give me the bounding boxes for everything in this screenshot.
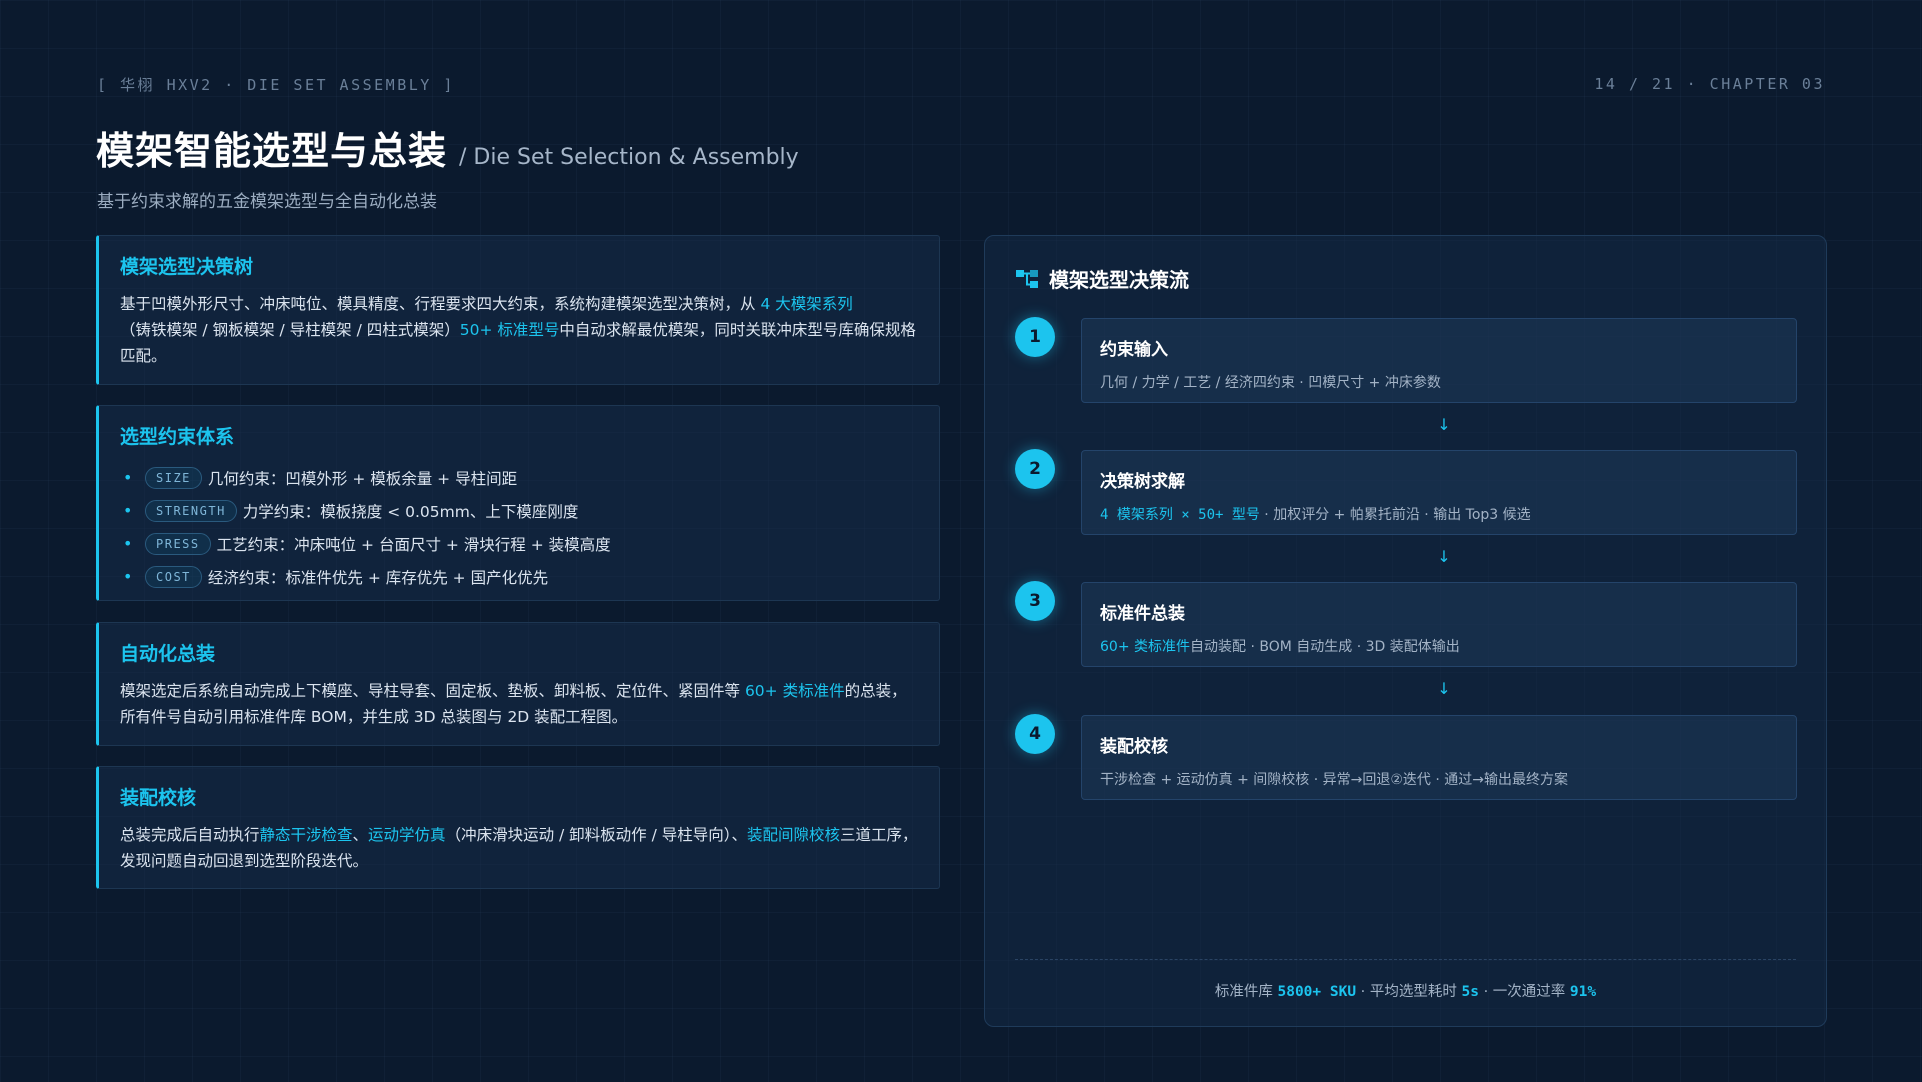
footer-stats: 标准件库 5800+ SKU · 平均选型耗时 5s · 一次通过率 91% [985,980,1826,1001]
card-title: 装配校核 [120,787,197,809]
panel-header: 模架选型决策流 [1015,264,1189,293]
page-title-english: / Die Set Selection & Assembly [459,145,799,170]
constraint-tag: STRENGTH [145,499,237,522]
highlight-text: 50+ 标准型号 [459,321,560,339]
list-item: • SIZE 几何约束：凹模外形 + 模板余量 + 导柱间距 [120,461,919,494]
step-title: 装配校核 [1100,737,1168,757]
constraint-text: 力学约束：模板挠度 < 0.05mm、上下模座刚度 [242,502,579,521]
stat-label: · 平均选型耗时 [1356,984,1462,1000]
auto-assembly-card: 自动化总装 模架选定后系统自动完成上下模座、导柱导套、固定板、垫板、卸料板、定位… [96,622,940,746]
step-title: 标准件总装 [1100,604,1185,624]
step-detail-highlight: 4 模架系列 × 50+ 型号 [1100,507,1260,523]
highlight-text: 4 大模架系列 [760,295,853,313]
card-title: 模架选型决策树 [120,256,254,278]
page-subtitle: 基于约束求解的五金模架选型与全自动化总装 [97,192,437,212]
body-text: 基于凹模外形尺寸、冲床吨位、模具精度、行程要求四大约束，系统构建模架选型决策树，… [120,295,761,313]
bullet-icon: • [123,468,133,487]
card-title: 选型约束体系 [120,426,235,448]
step-detail: 60+ 类标准件自动装配 · BOM 自动生成 · 3D 装配体输出 [1100,636,1796,656]
step-card: 装配校核 干涉检查 + 运动仿真 + 间隙校核 · 异常→回退②迭代 · 通过→… [1081,715,1797,800]
page-title: 模架智能选型与总装 [96,129,448,173]
step-number-badge: 3 [1015,581,1055,621]
constraint-text: 工艺约束：冲床吨位 + 台面尺寸 + 滑块行程 + 装模高度 [216,535,611,554]
stat-label: · 一次通过率 [1478,984,1570,1000]
step-title: 约束输入 [1100,340,1168,360]
title-row: 模架智能选型与总装 / Die Set Selection & Assembly [96,120,799,175]
constraint-tag: SIZE [145,466,202,489]
highlight-text: 60+ 类标准件 [744,682,845,700]
card-body: 总装完成后自动执行静态干涉检查、运动学仿真（冲床滑块运动 / 卸料板动作 / 导… [120,822,919,874]
stat-label: 标准件库 [1214,984,1278,1000]
step-card: 约束输入 几何 / 力学 / 工艺 / 经济四约束 · 凹模尺寸 + 冲床参数 [1081,318,1797,403]
step-detail-text: 干涉检查 + 运动仿真 + 间隙校核 · 异常→回退②迭代 · 通过→输出最终方… [1100,772,1568,788]
step-detail: 干涉检查 + 运动仿真 + 间隙校核 · 异常→回退②迭代 · 通过→输出最终方… [1100,769,1796,789]
bullet-icon: • [123,534,133,553]
step-detail: 几何 / 力学 / 工艺 / 经济四约束 · 凹模尺寸 + 冲床参数 [1100,372,1796,392]
body-text: 总装完成后自动执行 [120,826,260,844]
list-item: • PRESS 工艺约束：冲床吨位 + 台面尺寸 + 滑块行程 + 装模高度 [120,527,919,560]
body-text: 、 [352,826,369,844]
top-bar: [ 华栩 HXV2 · DIE SET ASSEMBLY ] 14 / 21 ·… [97,74,1825,94]
stat-value: 5s [1461,984,1479,1000]
stat-value: 5800+ SKU [1277,984,1357,1000]
step-number-badge: 2 [1015,449,1055,489]
step-title: 决策树求解 [1100,472,1185,492]
bullet-icon: • [123,501,133,520]
card-body: 模架选定后系统自动完成上下模座、导柱导套、固定板、垫板、卸料板、定位件、紧固件等… [120,678,919,730]
stat-value: 91% [1569,984,1597,1000]
panel-title: 模架选型决策流 [1049,268,1189,292]
constraint-text: 几何约束：凹模外形 + 模板余量 + 导柱间距 [207,469,518,488]
body-text: （冲床滑块运动 / 卸料板动作 / 导柱导向）、 [445,826,747,844]
deck-tag: [ 华栩 HXV2 · DIE SET ASSEMBLY ] [97,75,455,94]
constraint-tag: PRESS [145,532,211,555]
highlight-text: 静态干涉检查 [259,826,353,844]
step-detail-text: 自动装配 · BOM 自动生成 · 3D 装配体输出 [1190,639,1460,655]
highlight-text: 装配间隙校核 [746,826,840,844]
step-card: 标准件总装 60+ 类标准件自动装配 · BOM 自动生成 · 3D 装配体输出 [1081,582,1797,667]
flowchart-icon [1016,269,1038,288]
constraint-text: 经济约束：标准件优先 + 库存优先 + 国产化优先 [207,568,549,587]
step-detail-highlight: 60+ 类标准件 [1100,639,1190,655]
page-indicator: 14 / 21 · CHAPTER 03 [1594,75,1825,93]
list-item: • COST 经济约束：标准件优先 + 库存优先 + 国产化优先 [120,560,919,593]
body-text: （铸铁模架 / 钢板模架 / 导柱模架 / 四柱式模架） [120,321,460,339]
decision-flow-panel: 模架选型决策流 1 约束输入 几何 / 力学 / 工艺 / 经济四约束 · 凹模… [984,235,1827,1027]
down-arrow-icon: ↓ [1437,679,1451,698]
bullet-icon: • [123,567,133,586]
body-text: 模架选定后系统自动完成上下模座、导柱导套、固定板、垫板、卸料板、定位件、紧固件等 [120,682,745,700]
constraint-system-card: 选型约束体系 • SIZE 几何约束：凹模外形 + 模板余量 + 导柱间距 • STR… [96,405,940,601]
constraint-list: • SIZE 几何约束：凹模外形 + 模板余量 + 导柱间距 • STRENGTH 力学… [120,461,919,593]
panel-divider [1015,959,1796,960]
card-body: 基于凹模外形尺寸、冲床吨位、模具精度、行程要求四大约束，系统构建模架选型决策树，… [120,291,919,369]
highlight-text: 运动学仿真 [368,826,446,844]
card-title: 自动化总装 [120,643,216,665]
decision-tree-card: 模架选型决策树 基于凹模外形尺寸、冲床吨位、模具精度、行程要求四大约束，系统构建… [96,235,940,385]
step-card: 决策树求解 4 模架系列 × 50+ 型号 · 加权评分 + 帕累托前沿 · 输… [1081,450,1797,535]
step-detail-text: · 加权评分 + 帕累托前沿 · 输出 Top3 候选 [1259,507,1531,523]
step-number-badge: 4 [1015,714,1055,754]
down-arrow-icon: ↓ [1437,547,1451,566]
step-detail: 4 模架系列 × 50+ 型号 · 加权评分 + 帕累托前沿 · 输出 Top3… [1100,504,1796,524]
step-detail-text: 几何 / 力学 / 工艺 / 经济四约束 · 凹模尺寸 + 冲床参数 [1100,375,1441,391]
assembly-verification-card: 装配校核 总装完成后自动执行静态干涉检查、运动学仿真（冲床滑块运动 / 卸料板动… [96,766,940,889]
down-arrow-icon: ↓ [1437,415,1451,434]
constraint-tag: COST [145,565,202,588]
list-item: • STRENGTH 力学约束：模板挠度 < 0.05mm、上下模座刚度 [120,494,919,527]
step-number-badge: 1 [1015,317,1055,357]
